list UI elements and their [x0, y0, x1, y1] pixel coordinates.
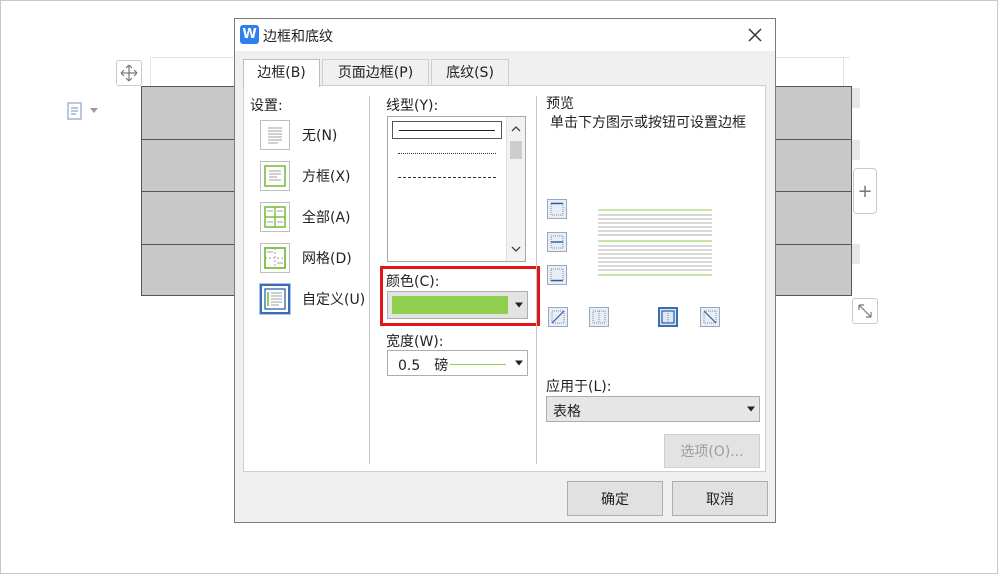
border-diagonal-up-icon [551, 310, 565, 324]
inside-vertical-border-button[interactable] [658, 307, 678, 327]
column-divider [369, 96, 370, 464]
border-left-icon [592, 310, 606, 324]
app-logo-icon: W [240, 25, 259, 44]
preview-diagram[interactable] [598, 208, 714, 278]
border-top-icon [550, 202, 564, 216]
line-style-dashed-small[interactable] [392, 169, 502, 187]
setting-all-label: 全部(A) [302, 210, 351, 226]
border-all-icon [260, 202, 290, 232]
setting-box[interactable]: 方框(X) [260, 160, 351, 192]
diagonal-up-border-button[interactable] [548, 307, 568, 327]
dialog-titlebar: W 边框和底纹 [235, 19, 775, 51]
border-inside-horizontal-icon [550, 235, 564, 249]
tab-page-borders[interactable]: 页面边框(P) [322, 59, 429, 86]
tab-shading[interactable]: 底纹(S) [431, 59, 509, 86]
ruler-mark [852, 244, 860, 264]
inside-horizontal-border-button[interactable] [547, 232, 567, 252]
tab-borders[interactable]: 边框(B) [243, 59, 320, 87]
setting-box-label: 方框(X) [302, 169, 351, 185]
plus-icon: + [857, 180, 873, 202]
ruler-mark [852, 88, 860, 108]
setting-all[interactable]: 全部(A) [260, 201, 351, 233]
apply-to-label: 应用于(L): [546, 379, 612, 395]
line-style-dotted[interactable] [392, 145, 502, 163]
top-border-button[interactable] [547, 199, 567, 219]
width-line-sample [450, 364, 506, 365]
close-button[interactable] [743, 23, 767, 47]
scroll-thumb[interactable] [510, 141, 522, 159]
line-style-scrollbar[interactable] [506, 117, 525, 261]
bottom-border-button[interactable] [547, 265, 567, 285]
annotation-highlight-box [380, 266, 540, 326]
setting-custom[interactable]: 自定义(U) [260, 283, 365, 315]
setting-grid[interactable]: 网格(D) [260, 242, 352, 274]
resize-diagonal-icon [858, 304, 872, 318]
width-dropdown[interactable]: 0.5 磅 [387, 350, 528, 376]
setting-none-label: 无(N) [302, 128, 338, 144]
setting-none[interactable]: 无(N) [260, 119, 337, 151]
setting-grid-label: 网格(D) [302, 251, 352, 267]
dropdown-arrow-icon [515, 360, 523, 366]
close-icon [748, 28, 762, 42]
line-style-list[interactable] [387, 116, 526, 262]
document-layout-menu[interactable] [66, 102, 98, 120]
setting-custom-label: 自定义(U) [302, 292, 366, 308]
diagonal-down-border-button[interactable] [700, 307, 720, 327]
preview-hint: 单击下方图示或按钮可设置边框 [550, 115, 746, 131]
left-border-button[interactable] [589, 307, 609, 327]
apply-to-dropdown[interactable]: 表格 [546, 396, 760, 422]
column-divider [536, 96, 537, 464]
scroll-down-icon[interactable] [507, 241, 525, 257]
border-bottom-icon [550, 268, 564, 282]
border-grid-icon [260, 243, 290, 273]
border-custom-icon [260, 284, 290, 314]
ruler-mark [852, 140, 860, 160]
border-inside-vertical-icon [661, 310, 675, 324]
dropdown-arrow-icon [747, 406, 755, 412]
options-button[interactable]: 选项(O)... [664, 434, 760, 468]
line-style-solid[interactable] [392, 121, 502, 139]
preview-heading: 预览 [546, 96, 574, 112]
line-style-dash-dot-dot[interactable] [392, 241, 502, 259]
table-resize-handle[interactable] [852, 298, 878, 324]
width-label: 宽度(W): [386, 334, 444, 350]
apply-to-value: 表格 [553, 404, 581, 420]
document-guide-right [843, 57, 844, 87]
dialog-title: 边框和底纹 [263, 29, 333, 45]
ok-button[interactable]: 确定 [567, 481, 663, 516]
borders-shading-dialog: W 边框和底纹 边框(B) 页面边框(P) 底纹(S) 设置: 无(N) 方框(… [234, 18, 776, 523]
border-box-icon [260, 161, 290, 191]
line-style-heading: 线型(Y): [386, 98, 439, 114]
chevron-down-icon [90, 108, 98, 113]
table-move-handle[interactable] [116, 60, 142, 86]
settings-heading: 设置: [250, 98, 283, 114]
border-diagonal-down-icon [703, 310, 717, 324]
line-style-dash-dot[interactable] [392, 217, 502, 235]
move-arrows-icon [120, 64, 138, 82]
document-guide-left [150, 57, 151, 87]
paragraph-layout-icon [67, 102, 82, 120]
add-column-button[interactable]: + [853, 168, 877, 214]
scroll-up-icon[interactable] [507, 121, 525, 137]
borders-panel: 设置: 无(N) 方框(X) 全部(A) 网格(D) 自定义(U) 线型(Y):… [243, 85, 766, 472]
line-style-dashed[interactable] [392, 193, 502, 211]
cancel-button[interactable]: 取消 [672, 481, 768, 516]
width-value: 0.5 磅 [398, 358, 449, 374]
border-none-icon [260, 120, 290, 150]
